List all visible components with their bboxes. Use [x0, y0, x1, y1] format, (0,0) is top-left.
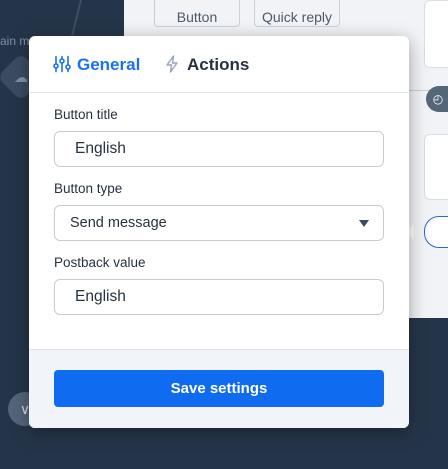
tab-actions-label: Actions	[187, 55, 250, 74]
button-type-label: Button type	[54, 181, 123, 196]
clock-icon[interactable]: ◴	[426, 86, 448, 112]
postback-value-input[interactable]: English	[54, 279, 384, 315]
button-settings-modal: General Actions Button title English But…	[29, 36, 409, 428]
button-type-field: Button type Send message	[54, 181, 384, 241]
add-button-tab[interactable]: Button	[154, 0, 240, 27]
lightning-icon	[166, 55, 178, 73]
chat-bubble-icon: ☁	[14, 69, 28, 85]
sliders-icon	[53, 55, 71, 73]
right-panel-card-2[interactable]	[424, 134, 448, 200]
canvas-node-label: ain m	[0, 34, 30, 48]
tab-actions[interactable]: Actions	[163, 54, 249, 76]
button-title-label: Button title	[54, 107, 118, 122]
add-quick-reply-tab[interactable]: Quick reply	[254, 0, 340, 27]
chevron-down-icon	[359, 220, 369, 227]
canvas-connector-line	[70, 0, 82, 40]
right-panel-button-pill[interactable]	[424, 216, 448, 248]
tab-general-label: General	[77, 55, 141, 74]
save-settings-button[interactable]: Save settings	[54, 370, 384, 407]
tab-general[interactable]: General	[53, 54, 140, 76]
modal-footer: Save settings	[29, 349, 409, 428]
postback-value-label: Postback value	[54, 255, 146, 270]
right-panel-card[interactable]	[424, 0, 448, 68]
button-type-value: Send message	[70, 215, 167, 231]
settings-tabs: General Actions	[29, 36, 409, 93]
button-title-input[interactable]: English	[54, 131, 384, 167]
postback-value-field: Postback value English	[54, 255, 384, 315]
button-title-field: Button title English	[54, 107, 384, 167]
settings-form: Button title English Button type Send me…	[29, 93, 409, 315]
button-type-select[interactable]: Send message	[54, 205, 384, 241]
